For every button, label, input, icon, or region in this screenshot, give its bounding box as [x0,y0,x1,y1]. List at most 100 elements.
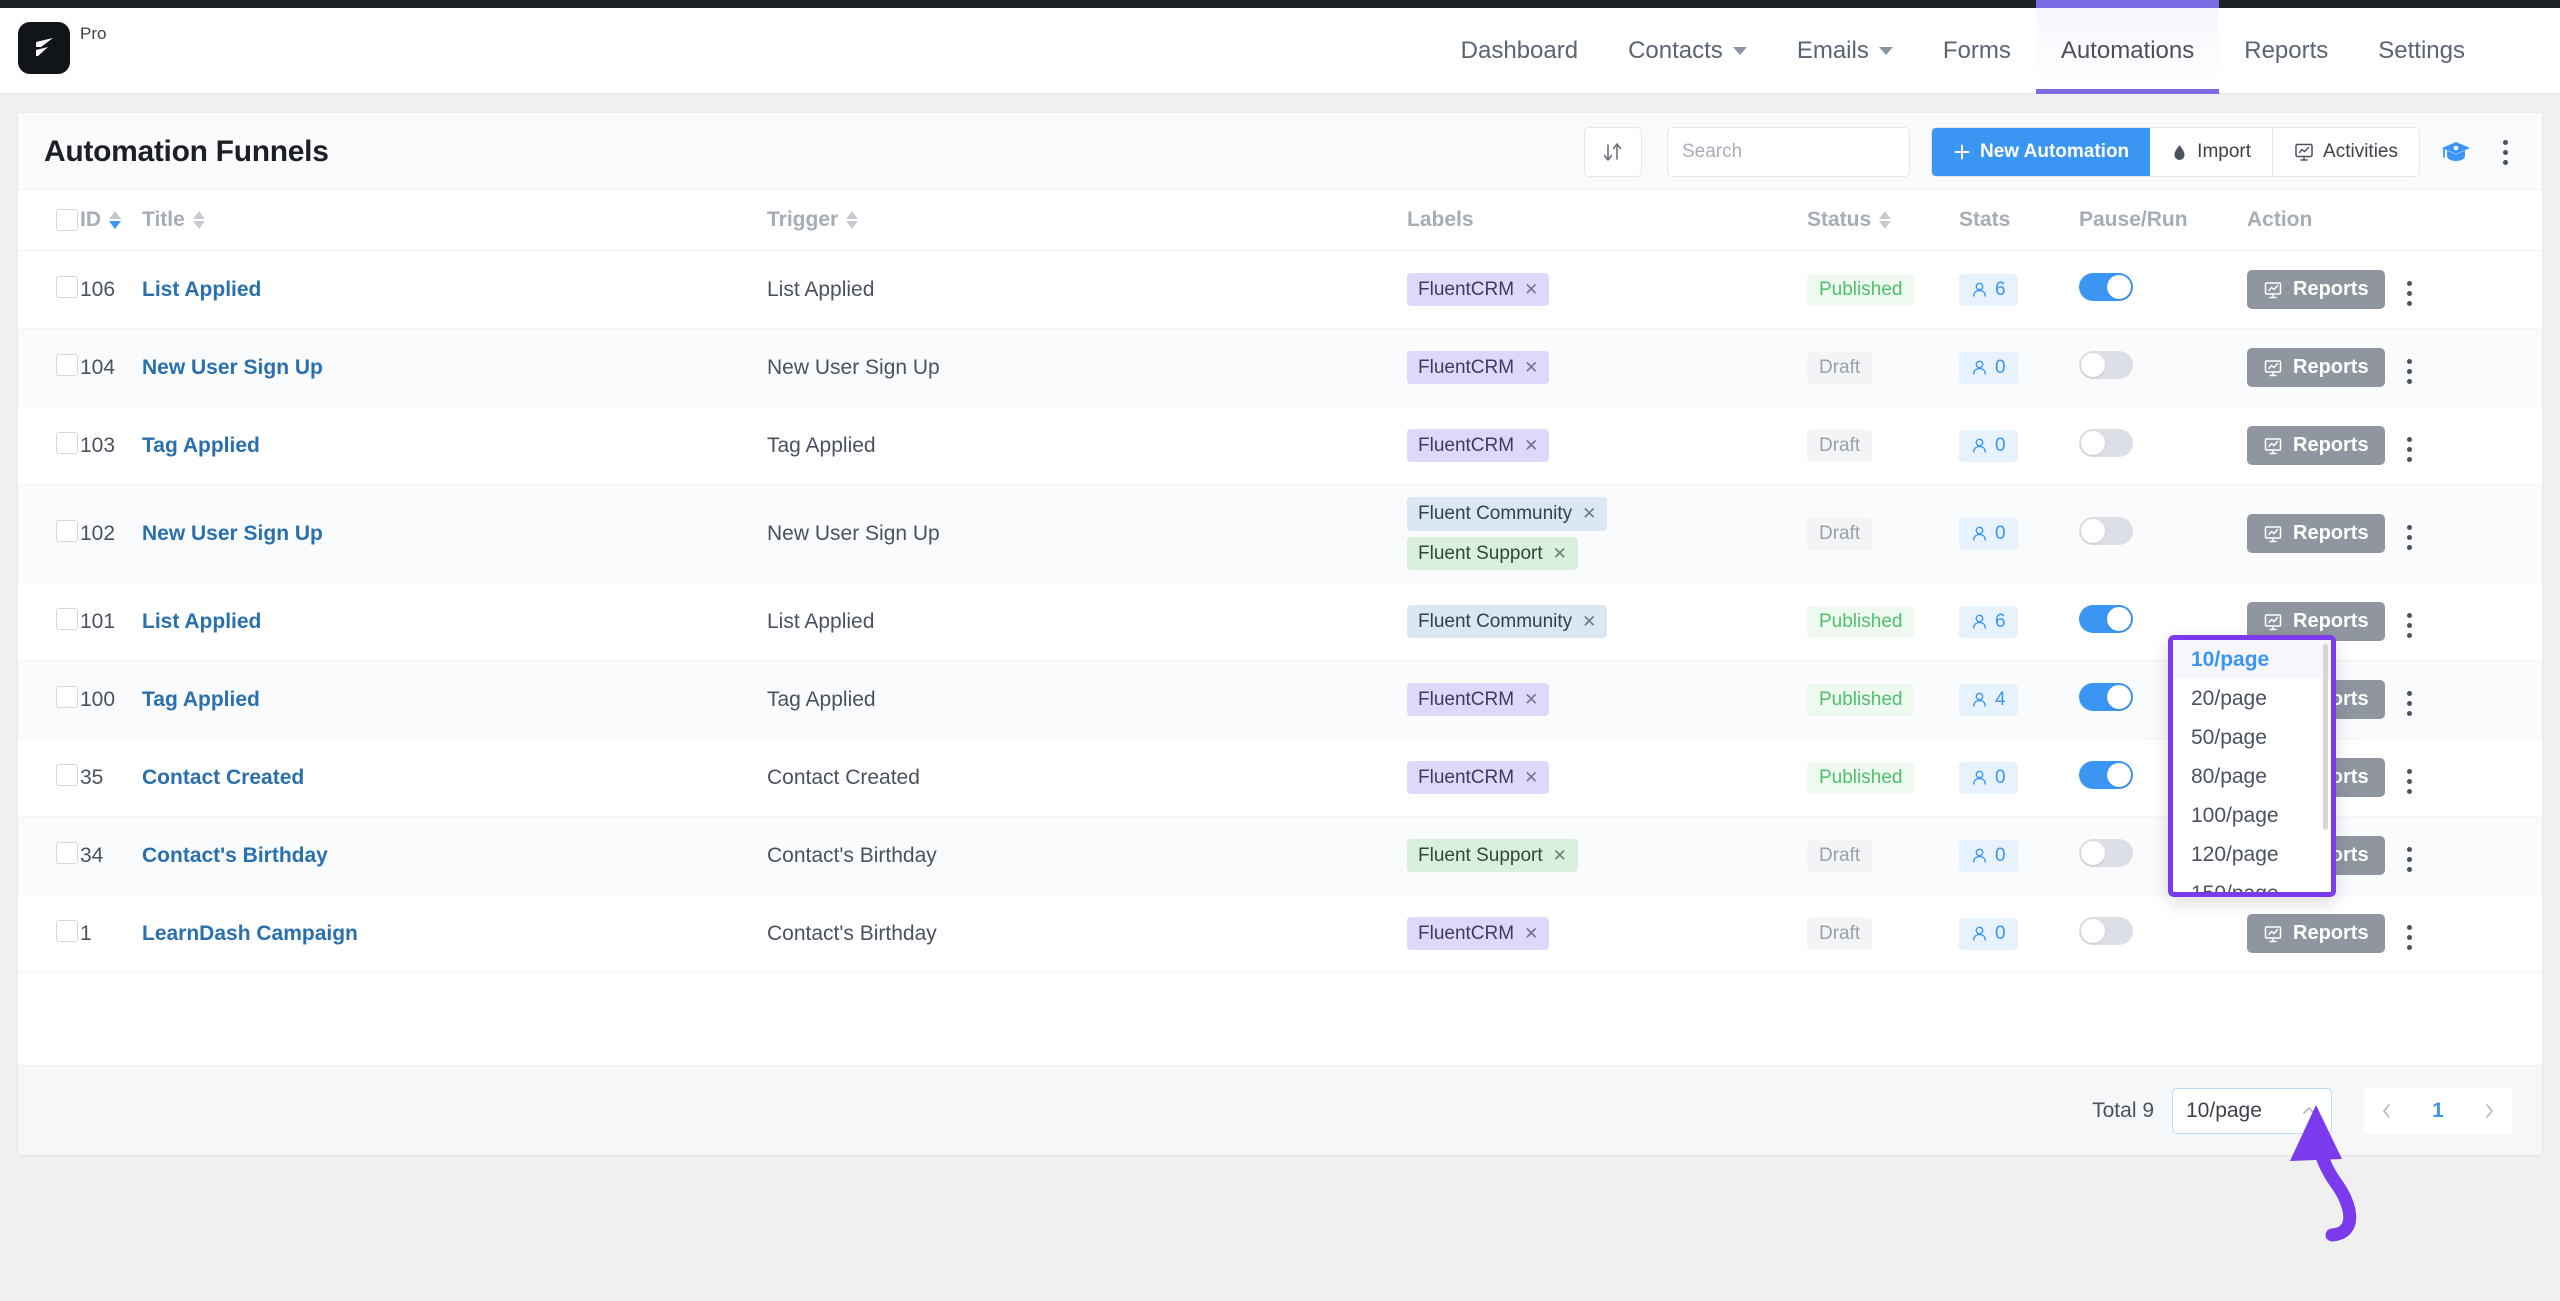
row-more-menu[interactable] [2406,847,2412,873]
stats-pill[interactable]: 0 [1959,429,2018,462]
nav-item-forms[interactable]: Forms [1918,8,2036,94]
next-page-button[interactable] [2466,1087,2512,1134]
pause-run-toggle[interactable] [2079,272,2133,301]
pause-run-toggle[interactable] [2079,516,2133,545]
row-checkbox[interactable] [56,763,78,786]
row-more-menu[interactable] [2406,359,2412,385]
column-header-status[interactable]: Status [1807,190,1959,251]
label-tag[interactable]: Fluent Community ✕ [1407,604,1608,639]
row-more-menu[interactable] [2406,525,2412,551]
nav-item-automations[interactable]: Automations [2035,0,2220,94]
row-checkbox[interactable] [56,841,78,864]
label-tag[interactable]: FluentCRM ✕ [1407,682,1550,717]
nav-item-contacts[interactable]: Contacts [1603,8,1772,94]
pause-run-toggle[interactable] [2079,350,2133,379]
page-number-1[interactable]: 1 [2410,1087,2466,1134]
row-reports-button[interactable]: Reports [2247,270,2385,309]
nav-item-dashboard[interactable]: Dashboard [1436,8,1603,94]
search-input[interactable] [1667,128,1909,176]
pause-run-toggle[interactable] [2079,682,2133,711]
prev-page-button[interactable] [2364,1087,2410,1134]
row-title-link[interactable]: LearnDash Campaign [142,922,358,945]
page-size-option[interactable]: 150/page [2173,874,2331,892]
pause-run-toggle[interactable] [2079,916,2133,945]
row-more-menu[interactable] [2406,769,2412,795]
label-tag[interactable]: Fluent Support ✕ [1407,838,1578,873]
close-x-icon[interactable]: ✕ [1553,543,1567,564]
column-header-id[interactable]: ID [80,190,142,251]
page-size-option[interactable]: 100/page [2173,796,2331,835]
close-x-icon[interactable]: ✕ [1524,279,1538,300]
row-checkbox[interactable] [56,685,78,708]
sort-toggle-icon[interactable] [192,211,205,229]
page-size-option[interactable]: 10/page [2173,640,2331,679]
row-title-link[interactable]: Tag Applied [142,688,260,711]
stats-pill[interactable]: 6 [1959,605,2018,638]
pause-run-toggle[interactable] [2079,760,2133,789]
row-reports-button[interactable]: Reports [2247,426,2385,465]
row-checkbox[interactable] [56,431,78,454]
sort-toggle-icon[interactable] [1879,211,1892,229]
row-title-link[interactable]: Contact Created [142,766,304,789]
row-reports-button[interactable]: Reports [2247,914,2385,953]
close-x-icon[interactable]: ✕ [1524,923,1538,944]
close-x-icon[interactable]: ✕ [1524,689,1538,710]
page-size-option[interactable]: 80/page [2173,757,2331,796]
toolbar-more-menu[interactable] [2488,127,2522,177]
stats-pill[interactable]: 0 [1959,761,2018,794]
sort-toggle-icon[interactable] [846,211,859,229]
close-x-icon[interactable]: ✕ [1582,611,1596,632]
row-title-link[interactable]: Contact's Birthday [142,844,328,867]
row-reports-button[interactable]: Reports [2247,348,2385,387]
row-title-link[interactable]: List Applied [142,278,261,301]
nav-item-settings[interactable]: Settings [2353,8,2490,94]
page-size-option-list[interactable]: 10/page 20/page 50/page 80/page 100/page 120/… [2173,640,2331,892]
row-title-link[interactable]: New User Sign Up [142,356,323,379]
import-button[interactable]: Import [2150,128,2274,176]
stats-pill[interactable]: 0 [1959,839,2018,872]
column-header-trigger[interactable]: Trigger [767,190,1407,251]
close-x-icon[interactable]: ✕ [1524,435,1538,456]
row-more-menu[interactable] [2406,691,2412,717]
label-tag[interactable]: Fluent Community ✕ [1407,496,1608,531]
row-more-menu[interactable] [2406,925,2412,951]
sort-toggle-icon[interactable] [109,211,121,229]
label-tag[interactable]: FluentCRM ✕ [1407,428,1550,463]
pause-run-toggle[interactable] [2079,604,2133,633]
row-checkbox[interactable] [56,519,78,542]
row-more-menu[interactable] [2406,437,2412,463]
sort-arrows-icon[interactable] [1583,127,1642,177]
close-x-icon[interactable]: ✕ [1524,357,1538,378]
label-tag[interactable]: Fluent Support ✕ [1407,536,1578,571]
close-x-icon[interactable]: ✕ [1582,503,1596,524]
page-size-option[interactable]: 50/page [2173,718,2331,757]
row-title-link[interactable]: New User Sign Up [142,522,323,545]
label-tag[interactable]: FluentCRM ✕ [1407,272,1550,307]
row-more-menu[interactable] [2406,281,2412,307]
select-all-checkbox[interactable] [56,209,78,231]
page-size-option[interactable]: 120/page [2173,835,2331,874]
page-size-select[interactable]: 10/page [2172,1087,2332,1134]
new-automation-button[interactable]: New Automation [1931,128,2151,176]
row-checkbox[interactable] [56,275,78,298]
label-tag[interactable]: FluentCRM ✕ [1407,916,1550,951]
row-checkbox[interactable] [56,607,78,630]
nav-item-emails[interactable]: Emails [1772,8,1918,94]
pause-run-toggle[interactable] [2079,428,2133,457]
stats-pill[interactable]: 0 [1959,517,2018,550]
label-tag[interactable]: FluentCRM ✕ [1407,350,1550,385]
pause-run-toggle[interactable] [2079,838,2133,867]
stats-pill[interactable]: 6 [1959,273,2018,306]
stats-pill[interactable]: 0 [1959,917,2018,950]
activities-button[interactable]: Activities [2273,128,2419,176]
nav-item-reports[interactable]: Reports [2219,8,2353,94]
stats-pill[interactable]: 4 [1959,683,2018,716]
graduation-cap-icon[interactable] [2436,127,2476,177]
brand[interactable]: Pro [18,22,106,74]
dropdown-scrollbar[interactable] [2323,644,2328,830]
row-title-link[interactable]: List Applied [142,610,261,633]
row-checkbox[interactable] [56,919,78,942]
label-tag[interactable]: FluentCRM ✕ [1407,760,1550,795]
row-title-link[interactable]: Tag Applied [142,434,260,457]
close-x-icon[interactable]: ✕ [1524,767,1538,788]
